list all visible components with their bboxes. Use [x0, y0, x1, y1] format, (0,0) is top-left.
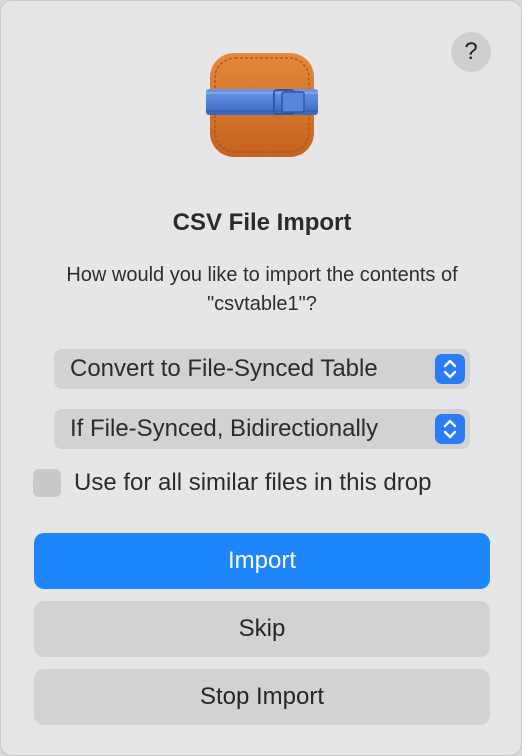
sync-direction-value: If File-Synced, Bidirectionally	[70, 415, 379, 442]
chevron-updown-icon	[435, 414, 465, 444]
csv-import-dialog: ? CSV File Import How would you like to …	[0, 0, 522, 756]
chevron-updown-icon	[435, 354, 465, 384]
apply-all-label: Use for all similar files in this drop	[74, 469, 432, 496]
apply-all-row[interactable]: Use for all similar files in this drop	[33, 469, 431, 497]
apply-all-checkbox[interactable]	[33, 469, 61, 497]
stop-import-button[interactable]: Stop Import	[34, 669, 490, 725]
dialog-message: How would you like to import the content…	[66, 264, 458, 315]
leather-case-icon	[206, 53, 318, 157]
help-label: ?	[464, 38, 478, 65]
import-mode-value: Convert to File-Synced Table	[70, 355, 378, 382]
help-button[interactable]: ?	[451, 32, 491, 72]
dialog-title: CSV File Import	[172, 209, 352, 236]
sync-direction-popup[interactable]: If File-Synced, Bidirectionally	[54, 409, 470, 449]
import-button[interactable]: Import	[34, 533, 490, 589]
skip-button[interactable]: Skip	[34, 601, 490, 657]
import-mode-popup[interactable]: Convert to File-Synced Table	[54, 349, 470, 389]
